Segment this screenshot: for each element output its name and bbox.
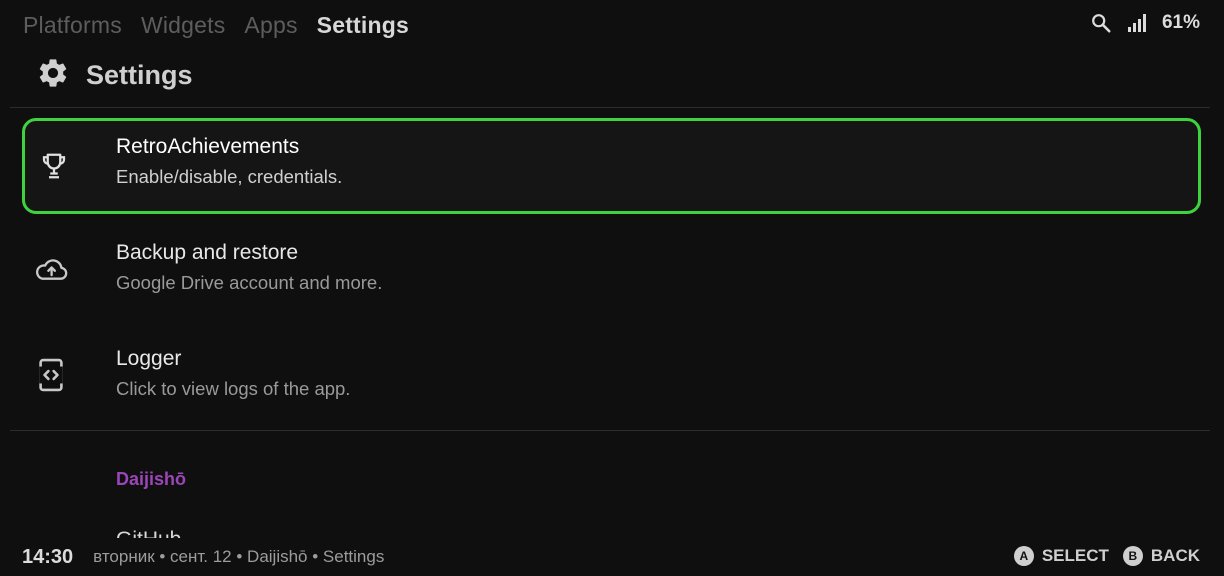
item-label: Backup and restore <box>116 241 299 264</box>
select-label: SELECT <box>1041 546 1109 565</box>
item-label: RetroAchievements <box>116 135 300 158</box>
status-area: 61% <box>1090 12 1200 34</box>
tab-strip: Platforms Widgets Apps Settings <box>23 12 409 39</box>
section-header-daijisho: Daijishō <box>116 469 187 489</box>
settings-item-retroachievements[interactable]: RetroAchievements Enable/disable, creden… <box>22 118 1201 214</box>
cloud-upload-icon <box>34 252 68 286</box>
item-texts: RetroAchievements Enable/disable, creden… <box>116 135 342 188</box>
signal-icon <box>1126 12 1148 34</box>
logger-icon <box>34 358 68 392</box>
page-header: Settings <box>36 56 193 94</box>
trophy-icon <box>37 149 71 183</box>
page-title: Settings <box>86 59 193 90</box>
a-button-icon: A <box>1013 546 1034 566</box>
item-texts: Logger Click to view logs of the app. <box>116 347 350 400</box>
item-label: Logger <box>116 347 182 370</box>
item-description: Click to view logs of the app. <box>116 378 351 399</box>
top-bar: Platforms Widgets Apps Settings 61% <box>0 0 1224 50</box>
b-button-icon: B <box>1122 546 1143 566</box>
back-hint[interactable]: B BACK <box>1122 546 1200 566</box>
gear-icon <box>36 56 70 95</box>
settings-item-logger[interactable]: Logger Click to view logs of the app. <box>22 330 1201 426</box>
item-texts: Backup and restore Google Drive account … <box>116 241 382 294</box>
back-label: BACK <box>1150 546 1200 565</box>
select-hint[interactable]: A SELECT <box>1013 546 1109 566</box>
breadcrumb: вторник • сент. 12 • Daijishō • Settings <box>93 547 385 566</box>
item-description: Enable/disable, credentials. <box>116 166 343 187</box>
item-description: Google Drive account and more. <box>116 272 383 293</box>
section-divider <box>10 430 1210 431</box>
settings-item-backup[interactable]: Backup and restore Google Drive account … <box>22 224 1201 320</box>
clock: 14:30 <box>22 545 74 568</box>
header-divider <box>10 107 1210 108</box>
tab-platforms[interactable]: Platforms <box>23 12 122 39</box>
button-hints: A SELECT B BACK <box>1013 546 1200 566</box>
tab-settings[interactable]: Settings <box>317 12 409 39</box>
search-icon[interactable] <box>1090 12 1112 34</box>
bottom-status-bar: 14:30 вторник • сент. 12 • Daijishō • Se… <box>0 538 1224 576</box>
battery-percent: 61% <box>1161 12 1200 33</box>
settings-screen: Platforms Widgets Apps Settings 61% Sett… <box>0 0 1224 576</box>
tab-apps[interactable]: Apps <box>244 12 297 39</box>
tab-widgets[interactable]: Widgets <box>141 12 225 39</box>
